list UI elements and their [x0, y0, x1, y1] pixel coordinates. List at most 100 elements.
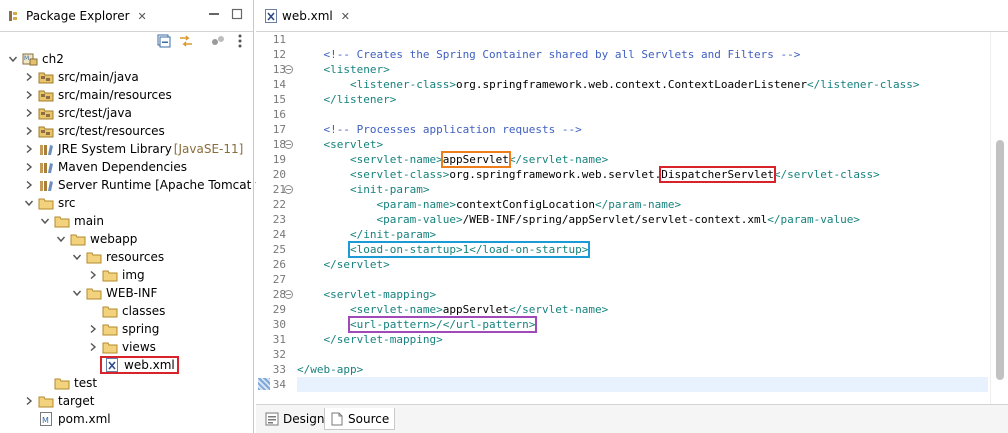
chevron-down-icon[interactable] — [40, 216, 50, 226]
tree-item[interactable]: src/test/resources — [0, 122, 253, 140]
collapse-all-icon[interactable] — [156, 33, 172, 49]
maven-file-icon: M — [40, 412, 52, 426]
folder-icon — [102, 306, 118, 318]
focus-icon[interactable] — [210, 33, 226, 49]
code-line[interactable]: <servlet-mapping> — [297, 287, 988, 302]
folder-icon — [102, 324, 118, 336]
code-line[interactable]: </servlet> — [297, 257, 988, 272]
tree-item[interactable]: Server Runtime [Apache Tomcat v9. — [0, 176, 274, 194]
tree-item[interactable]: main — [0, 212, 253, 230]
code-line[interactable]: </listener> — [297, 92, 988, 107]
chevron-right-icon[interactable] — [24, 180, 34, 190]
tree-item[interactable]: web.xml — [0, 356, 253, 374]
view-menu-icon[interactable] — [232, 33, 248, 49]
scrollbar-thumb[interactable] — [996, 140, 1004, 380]
chevron-right-icon[interactable] — [88, 342, 98, 352]
chevron-down-icon[interactable] — [24, 198, 34, 208]
code-line[interactable]: <servlet-name>appServlet</servlet-name> — [297, 151, 988, 168]
tree-item-label: ch2 — [42, 52, 64, 66]
code-token: org.springframework.web.context.ContextL… — [455, 78, 807, 91]
code-line[interactable]: <url-pattern>/</url-pattern> — [297, 316, 988, 333]
chevron-right-icon[interactable] — [88, 270, 98, 280]
code-line[interactable]: <servlet-class>org.springframework.web.s… — [297, 166, 988, 183]
chevron-right-icon[interactable] — [24, 396, 34, 406]
fold-toggle-icon[interactable]: − — [284, 65, 293, 74]
close-icon[interactable]: ✕ — [341, 10, 350, 23]
tab-web-xml[interactable]: web.xml ✕ — [258, 3, 356, 29]
tree-item[interactable]: Mpom.xml — [0, 410, 253, 428]
chevron-right-icon[interactable] — [24, 90, 34, 100]
code-line[interactable]: <servlet-name>appServlet</servlet-name> — [297, 302, 988, 317]
chevron-down-icon[interactable] — [72, 252, 82, 262]
tree-item-label: web.xml — [124, 358, 175, 372]
code-line[interactable] — [297, 272, 988, 287]
code-line[interactable]: <listener-class>org.springframework.web.… — [297, 77, 988, 92]
chevron-right-icon[interactable] — [24, 72, 34, 82]
code-line[interactable] — [297, 347, 988, 362]
code-token: </servlet-name> — [508, 153, 609, 166]
highlighted-token: appServlet — [440, 151, 511, 168]
vertical-scrollbar[interactable] — [990, 32, 1008, 404]
fold-toggle-icon[interactable]: − — [284, 290, 293, 299]
code-line[interactable]: <servlet> — [297, 137, 988, 152]
tree-item[interactable]: views — [0, 338, 253, 356]
tree-item[interactable]: img — [0, 266, 253, 284]
library-icon — [40, 145, 53, 155]
tree-item[interactable]: src/main/java — [0, 68, 253, 86]
code-line[interactable]: <param-name>contextConfigLocation</param… — [297, 197, 988, 212]
chevron-right-icon[interactable] — [24, 144, 34, 154]
tree-item[interactable]: classes — [0, 302, 253, 320]
folder-icon — [54, 378, 70, 390]
line-number: 23 — [272, 213, 286, 226]
tab-design[interactable]: Design — [260, 408, 329, 430]
chevron-right-icon[interactable] — [24, 162, 34, 172]
code-line[interactable]: <!-- Processes application requests --> — [297, 122, 988, 137]
chevron-down-icon[interactable] — [72, 288, 82, 298]
chevron-right-icon[interactable] — [24, 126, 34, 136]
maximize-icon[interactable] — [231, 8, 243, 20]
fold-toggle-icon[interactable]: − — [284, 140, 293, 149]
tree-item[interactable]: src/test/java — [0, 104, 253, 122]
tree-item[interactable]: spring — [0, 320, 253, 338]
code-line[interactable]: <load-on-startup>1</load-on-startup> — [297, 241, 988, 258]
code-line[interactable] — [297, 107, 988, 122]
line-number: 33 — [272, 363, 286, 376]
code-line[interactable]: <!-- Creates the Spring Container shared… — [297, 47, 988, 62]
folder-icon — [86, 288, 102, 300]
code-line[interactable]: <listener> — [297, 62, 988, 77]
tree-item[interactable]: src/main/resources — [0, 86, 253, 104]
fold-toggle-icon[interactable]: − — [284, 185, 293, 194]
code-token: </servlet-class> — [773, 168, 880, 181]
tree-item[interactable]: test — [0, 374, 253, 392]
tree-item[interactable]: webapp — [0, 230, 253, 248]
chevron-down-icon[interactable] — [8, 54, 18, 64]
tree-item-label: src/main/resources — [58, 88, 172, 102]
tree-item[interactable]: target — [0, 392, 253, 410]
tree-item[interactable]: resources — [0, 248, 253, 266]
source-code-area[interactable]: 11 12 13−14 15 16 17 18−19 20 21−22 23 24 25 26 27 28−… — [256, 32, 1008, 404]
code-line[interactable]: <param-value>/WEB-INF/spring/appServlet/… — [297, 212, 988, 227]
close-icon[interactable]: ✕ — [138, 10, 147, 23]
tree-item[interactable]: Maven Dependencies — [0, 158, 253, 176]
xml-file-icon — [106, 358, 118, 372]
tab-package-explorer[interactable]: Package Explorer ✕ — [2, 3, 153, 29]
tree-item[interactable]: JRE System Library [JavaSE-11] — [0, 140, 253, 158]
code-line[interactable]: </web-app> — [297, 362, 988, 377]
tree-item[interactable]: src — [0, 194, 253, 212]
code-line[interactable] — [297, 377, 988, 392]
code-line[interactable]: <init-param> — [297, 182, 988, 197]
link-with-editor-icon[interactable] — [178, 33, 194, 49]
tree-item[interactable]: WEB-INF — [0, 284, 253, 302]
minimize-icon[interactable] — [208, 8, 220, 20]
tree-item[interactable]: Mch2 — [0, 50, 253, 68]
code-line[interactable] — [297, 32, 988, 47]
folder-icon — [38, 198, 54, 210]
chevron-right-icon[interactable] — [24, 108, 34, 118]
code-line[interactable]: </servlet-mapping> — [297, 332, 988, 347]
code-line[interactable]: </init-param> — [297, 227, 988, 242]
chevron-down-icon[interactable] — [56, 234, 66, 244]
chevron-right-icon[interactable] — [88, 324, 98, 334]
code-text[interactable]: <!-- Creates the Spring Container shared… — [297, 32, 988, 404]
tab-source[interactable]: Source — [324, 408, 396, 430]
code-token: /WEB-INF/spring/appServlet/servlet-conte… — [462, 213, 768, 226]
